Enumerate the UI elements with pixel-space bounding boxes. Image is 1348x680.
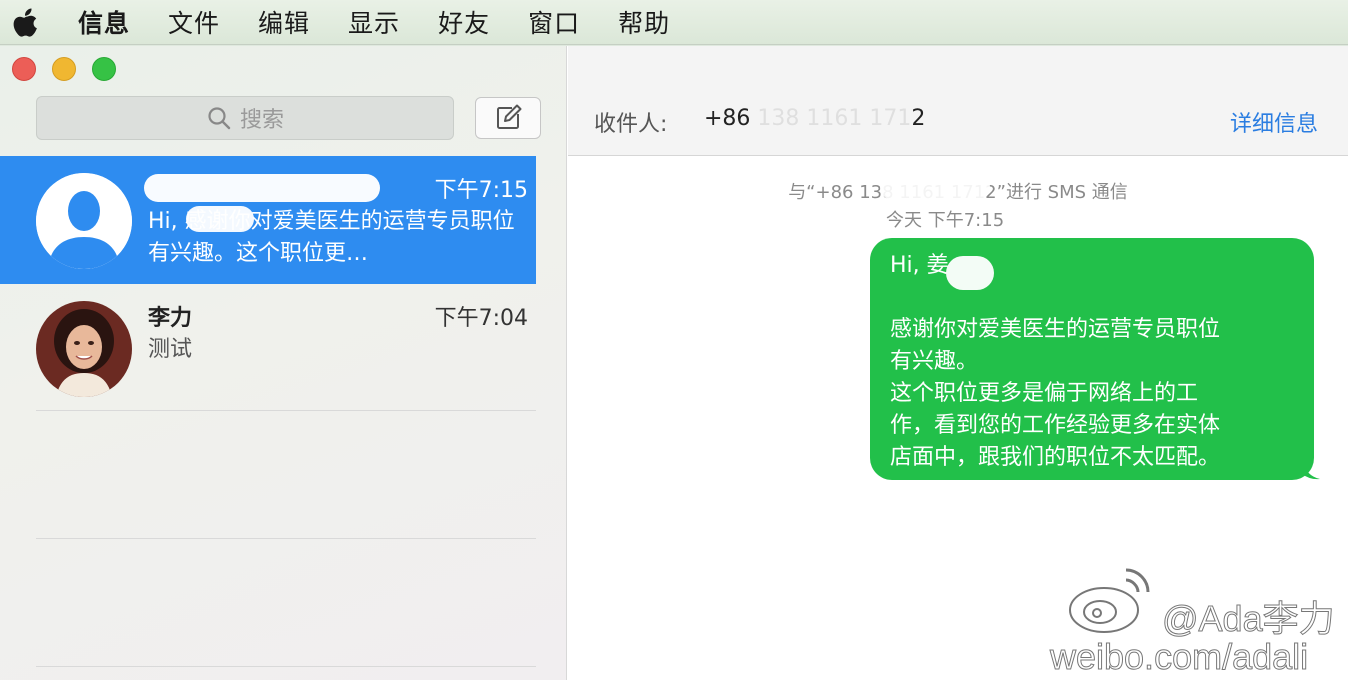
- contact-photo: [36, 301, 132, 397]
- redaction-mark: [880, 174, 990, 200]
- redaction-mark: [186, 206, 254, 232]
- menu-view[interactable]: 显示: [348, 4, 400, 40]
- list-divider: [36, 538, 536, 539]
- sent-message-bubble[interactable]: Hi, 姜 感谢你对爱美医生的运营专员职位 有兴趣。 这个职位更多是偏于网络上的…: [870, 238, 1314, 480]
- menu-file[interactable]: 文件: [168, 4, 220, 40]
- conversation-preview: 测试: [148, 337, 193, 362]
- message-timestamp: 今天 下午7:15: [886, 210, 1005, 231]
- conversation-item[interactable]: 李力 下午7:04 测试: [0, 284, 536, 412]
- weibo-watermark: @Ada李力 weibo.com/adali: [1049, 556, 1348, 680]
- search-icon: [208, 107, 231, 130]
- message-line: 这个职位更多是偏于网络上的工: [890, 381, 1199, 406]
- list-divider: [36, 410, 536, 411]
- bubble-tail: [1302, 460, 1320, 480]
- watermark-handle: @Ada李力: [1162, 598, 1336, 640]
- contact-photo-avatar: [36, 301, 132, 397]
- details-button[interactable]: 详细信息: [1230, 106, 1318, 138]
- compose-icon: [497, 104, 522, 129]
- menu-edit[interactable]: 编辑: [258, 4, 310, 40]
- message-line: 店面中，跟我们的职位不太匹配。: [890, 445, 1221, 470]
- conversation-header: 收件人: +86 138 1161 1712 详细信息: [568, 46, 1348, 156]
- message-line: [890, 282, 1294, 314]
- menu-buddies[interactable]: 好友: [438, 4, 490, 40]
- redaction-mark: [754, 104, 914, 134]
- minimize-window-button[interactable]: [52, 57, 76, 81]
- list-divider: [36, 666, 536, 667]
- weibo-logo-icon: [1069, 568, 1150, 633]
- watermark-url: weibo.com/adali: [1049, 636, 1309, 678]
- conversation-time: 下午7:15: [434, 178, 528, 203]
- apple-logo-icon[interactable]: [12, 7, 40, 37]
- person-silhouette-icon: [36, 173, 132, 269]
- default-avatar: [36, 173, 132, 269]
- close-window-button[interactable]: [12, 57, 36, 81]
- conversation-time: 下午7:04: [434, 306, 528, 331]
- sidebar: 搜索 下午7:15 Hi, 感谢你对爱美医生的运营专员职位有兴趣。这个职位更…: [0, 46, 567, 680]
- zoom-window-button[interactable]: [92, 57, 116, 81]
- compose-button[interactable]: [475, 97, 541, 139]
- recipient-label: 收件人:: [594, 112, 668, 137]
- redaction-mark: [946, 256, 994, 290]
- conversation-item-selected[interactable]: 下午7:15 Hi, 感谢你对爱美医生的运营专员职位有兴趣。这个职位更…: [0, 156, 536, 284]
- message-line: 感谢你对爱美医生的运营专员职位: [890, 317, 1221, 342]
- message-line: 作，看到您的工作经验更多在实体: [890, 413, 1221, 438]
- search-placeholder: 搜索: [239, 108, 284, 133]
- message-line: 有兴趣。: [890, 349, 979, 374]
- menu-app-messages[interactable]: 信息: [78, 4, 130, 40]
- redaction-mark: [144, 174, 380, 202]
- conversation-name: 李力: [148, 306, 193, 331]
- menu-bar: 信息 文件 编辑 显示 好友 窗口 帮助: [0, 0, 1348, 45]
- menu-window[interactable]: 窗口: [528, 4, 580, 40]
- menu-help[interactable]: 帮助: [618, 4, 670, 40]
- search-input[interactable]: 搜索: [36, 96, 454, 140]
